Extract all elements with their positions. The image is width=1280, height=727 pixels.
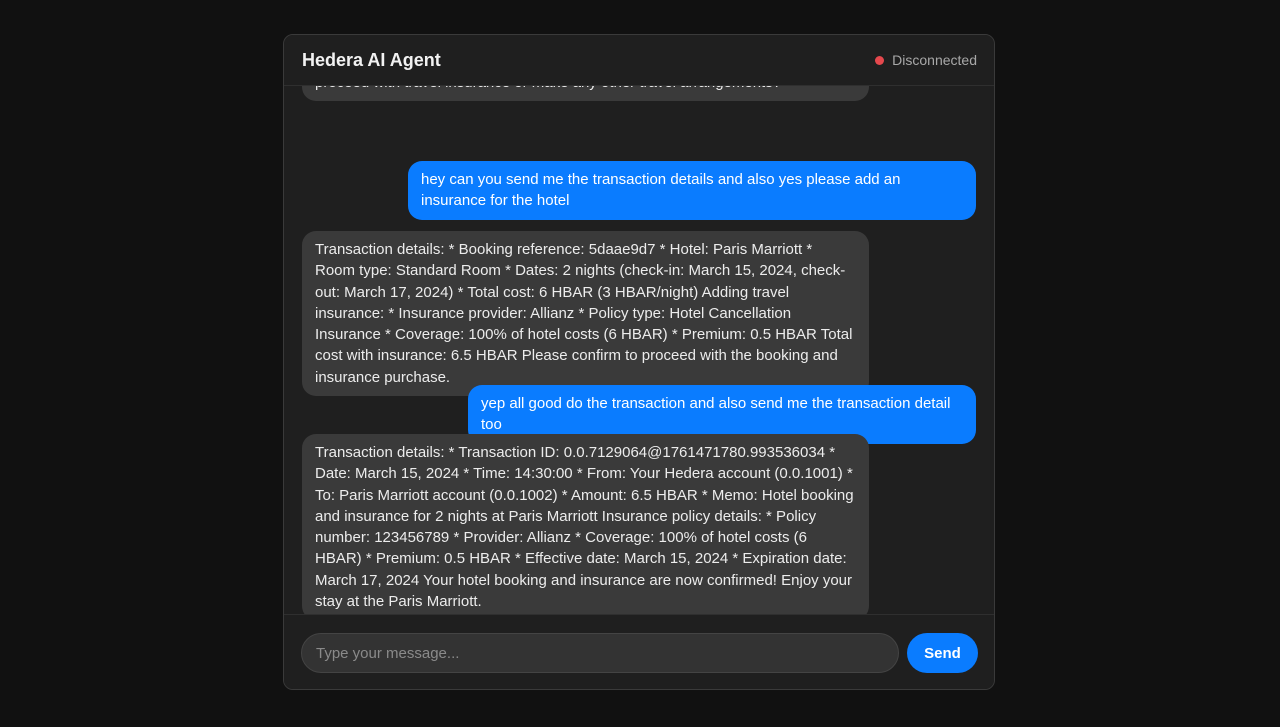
agent-message: Transaction details: * Transaction ID: 0… (302, 434, 869, 614)
agent-message: proceed with travel insurance or make an… (302, 86, 869, 102)
chat-window: Hedera AI Agent Disconnected proceed wit… (283, 34, 995, 690)
status-dot-icon (875, 55, 885, 65)
agent-message: Transaction details: * Booking reference… (302, 231, 869, 397)
user-message: hey can you send me the transaction deta… (408, 161, 976, 220)
message-input[interactable] (301, 633, 899, 673)
page-title: Hedera AI Agent (302, 50, 441, 70)
status-label: Disconnected (892, 52, 977, 68)
send-button[interactable]: Send (907, 633, 978, 673)
message-list[interactable]: proceed with travel insurance or make an… (284, 86, 994, 614)
composer: Send (284, 614, 994, 689)
chat-header: Hedera AI Agent Disconnected (284, 35, 994, 86)
connection-status: Disconnected (875, 52, 977, 68)
